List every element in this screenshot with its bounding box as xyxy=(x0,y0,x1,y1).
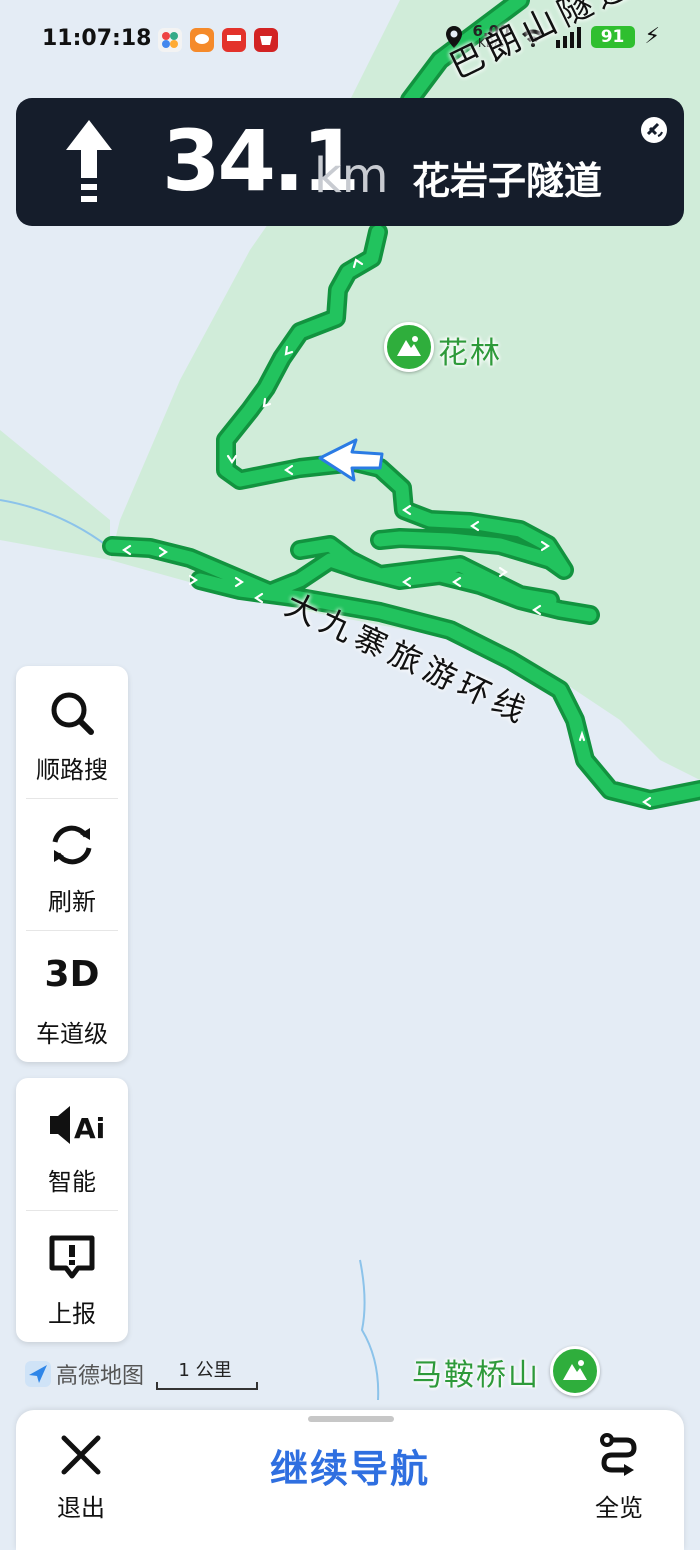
overview-button[interactable]: 全览 xyxy=(584,1432,654,1522)
continue-navigation-button[interactable]: 继续导航 xyxy=(216,1438,484,1493)
amap-logo-icon xyxy=(25,1361,51,1387)
battery-icon: 91 xyxy=(590,25,635,48)
map-scale-bar xyxy=(156,1382,258,1390)
poi-mountain-icon-bottom[interactable] xyxy=(550,1346,600,1396)
voice-ai-icon: Ai xyxy=(50,1106,104,1145)
map-scale-label: 1 公里 xyxy=(178,1360,232,1381)
navigation-banner: 34.1 km 花岩子隧道 xyxy=(16,98,684,226)
straight-arrow-icon xyxy=(66,120,112,202)
app-notification-icon xyxy=(158,28,182,52)
map-river-bottom xyxy=(359,1259,380,1401)
search-along-route-label: 顺路搜 xyxy=(36,756,108,784)
amap-logo: 高德地图 xyxy=(24,1358,144,1390)
refresh-icon xyxy=(52,825,92,865)
ai-icon-text: Ai xyxy=(74,1112,104,1145)
lane-level-label: 车道级 xyxy=(36,1020,108,1048)
status-time: 11:07:18 xyxy=(42,26,152,51)
close-icon xyxy=(61,1435,101,1475)
report-icon xyxy=(49,1235,95,1279)
charging-icon: ⚡ xyxy=(644,24,660,49)
lane-level-button[interactable]: 3D 车道级 xyxy=(16,930,128,1062)
map-green-area-left xyxy=(0,430,110,560)
side-tools-panel-2: Ai 智能 上报 xyxy=(16,1078,128,1342)
exit-label: 退出 xyxy=(57,1494,105,1522)
route-overview-icon xyxy=(600,1433,637,1476)
poi-mountain-icon[interactable] xyxy=(384,322,434,372)
exit-button[interactable]: 退出 xyxy=(46,1432,116,1522)
smart-label: 智能 xyxy=(48,1168,96,1196)
gps-satellite-icon[interactable] xyxy=(640,116,668,144)
side-tools-panel: 顺路搜 刷新 3D 车道级 xyxy=(16,666,128,1062)
smart-voice-button[interactable]: Ai 智能 xyxy=(16,1078,128,1210)
report-label: 上报 xyxy=(48,1300,96,1328)
refresh-button[interactable]: 刷新 xyxy=(16,798,128,930)
report-button[interactable]: 上报 xyxy=(16,1210,128,1342)
refresh-label: 刷新 xyxy=(48,888,96,916)
overview-label: 全览 xyxy=(595,1494,643,1522)
chat-app-icon xyxy=(190,28,214,52)
poi-label-top[interactable]: 花林 xyxy=(438,328,502,372)
poi-label-bottom[interactable]: 马鞍桥山 xyxy=(412,1350,540,1394)
search-icon xyxy=(51,692,94,735)
amap-logo-text: 高德地图 xyxy=(56,1364,145,1389)
search-along-route-button[interactable]: 顺路搜 xyxy=(16,666,128,798)
3d-icon: 3D xyxy=(44,954,100,995)
drag-handle[interactable] xyxy=(308,1416,394,1422)
notification-icons xyxy=(158,28,278,52)
store-app-icon xyxy=(254,28,278,52)
distance-unit: km xyxy=(314,148,389,204)
next-road-name: 花岩子隧道 xyxy=(412,159,603,203)
shop-app-icon xyxy=(222,28,246,52)
bottom-action-bar: 退出 继续导航 全览 xyxy=(16,1410,684,1550)
